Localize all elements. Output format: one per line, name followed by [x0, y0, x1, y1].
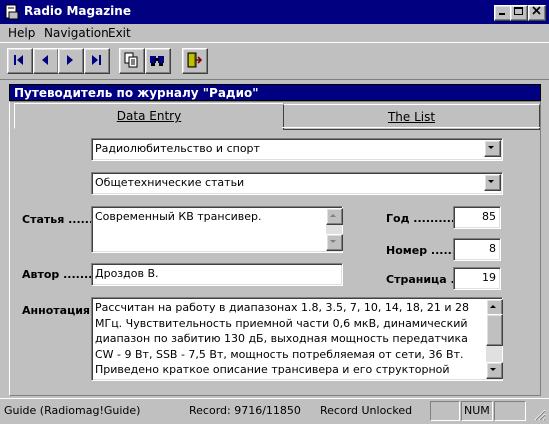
chevron-up-icon — [330, 214, 336, 217]
annotation-field[interactable]: Рассчитан на работу в диапазонах 1.8, 3.… — [91, 297, 503, 381]
search-icon — [150, 56, 164, 66]
year-value: 85 — [482, 210, 496, 223]
status-bar: Guide (Radiomag!Guide) Record: 9716/1185… — [0, 398, 549, 424]
year-field[interactable]: 85 — [453, 206, 501, 229]
maximize-icon — [514, 7, 523, 15]
copy-button[interactable] — [119, 48, 145, 74]
scroll-thumb[interactable] — [486, 314, 503, 346]
last-record-button[interactable] — [84, 48, 110, 74]
article-field[interactable]: Современный КВ трансивер. — [91, 206, 343, 253]
annotation-scrollbar[interactable] — [486, 299, 503, 379]
chevron-down-icon — [330, 240, 336, 243]
app-icon — [5, 4, 19, 20]
exit-button[interactable] — [182, 48, 208, 74]
subcategory-value: Общетехнические статьи — [95, 176, 245, 189]
category-dropdown-button[interactable] — [484, 140, 501, 157]
next-record-icon — [67, 55, 73, 65]
chevron-up-icon — [490, 305, 496, 308]
chevron-down-icon — [488, 146, 494, 149]
last-record-icon — [92, 55, 101, 65]
maximize-button[interactable] — [510, 5, 528, 21]
page-label: Страница ... — [386, 273, 463, 286]
tab-divider — [282, 127, 540, 128]
page-field[interactable]: 19 — [453, 267, 501, 290]
menu-bar: Help Navigation Exit — [0, 24, 549, 42]
exit-door-icon — [187, 52, 202, 68]
toolbar — [0, 42, 549, 80]
article-value: Современный КВ трансивер. — [95, 210, 262, 223]
copy-icon — [124, 52, 138, 68]
menu-navigation[interactable]: Navigation — [44, 26, 109, 40]
status-lock: Record Unlocked — [320, 404, 413, 417]
tab-data-entry[interactable]: Data Entry — [14, 103, 284, 129]
scroll-down-button[interactable] — [486, 362, 503, 379]
tab-the-list-label: The List — [387, 110, 436, 124]
close-icon — [532, 6, 541, 15]
prev-record-icon — [42, 55, 48, 65]
resize-grip-icon[interactable] — [532, 407, 546, 421]
author-field[interactable]: Дроздов В. — [91, 263, 343, 286]
subcategory-dropdown-button[interactable] — [484, 174, 501, 191]
status-num: NUM — [464, 404, 490, 417]
status-panel-scrl — [494, 401, 526, 421]
next-record-button[interactable] — [58, 48, 84, 74]
menu-exit[interactable]: Exit — [108, 26, 131, 40]
subcategory-select[interactable]: Общетехнические статьи — [91, 172, 503, 195]
first-record-button[interactable] — [7, 48, 33, 74]
number-field[interactable]: 8 — [453, 238, 501, 261]
annotation-value: Рассчитан на работу в диапазонах 1.8, 3.… — [95, 301, 470, 376]
status-guide: Guide (Radiomag!Guide) — [4, 404, 141, 417]
form-header: Путеводитель по журналу "Радио" — [9, 84, 541, 101]
status-record: Record: 9716/11850 — [189, 404, 301, 417]
form-area: Data Entry The List Радиолюбительство и … — [9, 101, 541, 396]
chevron-down-icon — [488, 180, 494, 183]
article-scrollbar[interactable] — [326, 208, 343, 251]
prev-record-button[interactable] — [33, 48, 59, 74]
status-panel-num: NUM — [461, 401, 493, 421]
search-button[interactable] — [145, 48, 171, 74]
scroll-down-button[interactable] — [326, 234, 343, 251]
first-record-icon — [14, 55, 23, 65]
minimize-icon — [499, 13, 505, 15]
author-value: Дроздов В. — [95, 267, 159, 280]
number-value: 8 — [489, 242, 496, 255]
category-value: Радиолюбительство и спорт — [95, 142, 260, 155]
close-button[interactable] — [528, 5, 546, 21]
menu-help[interactable]: Help — [8, 26, 35, 40]
chevron-down-icon — [490, 368, 496, 371]
category-select[interactable]: Радиолюбительство и спорт — [91, 138, 503, 161]
scroll-up-button[interactable] — [326, 208, 343, 225]
page-value: 19 — [482, 271, 496, 284]
tab-data-entry-label: Data Entry — [116, 109, 182, 123]
window-title: Radio Magazine — [24, 4, 131, 18]
title-bar[interactable]: Radio Magazine — [0, 0, 549, 24]
status-panel-caps — [430, 401, 460, 421]
